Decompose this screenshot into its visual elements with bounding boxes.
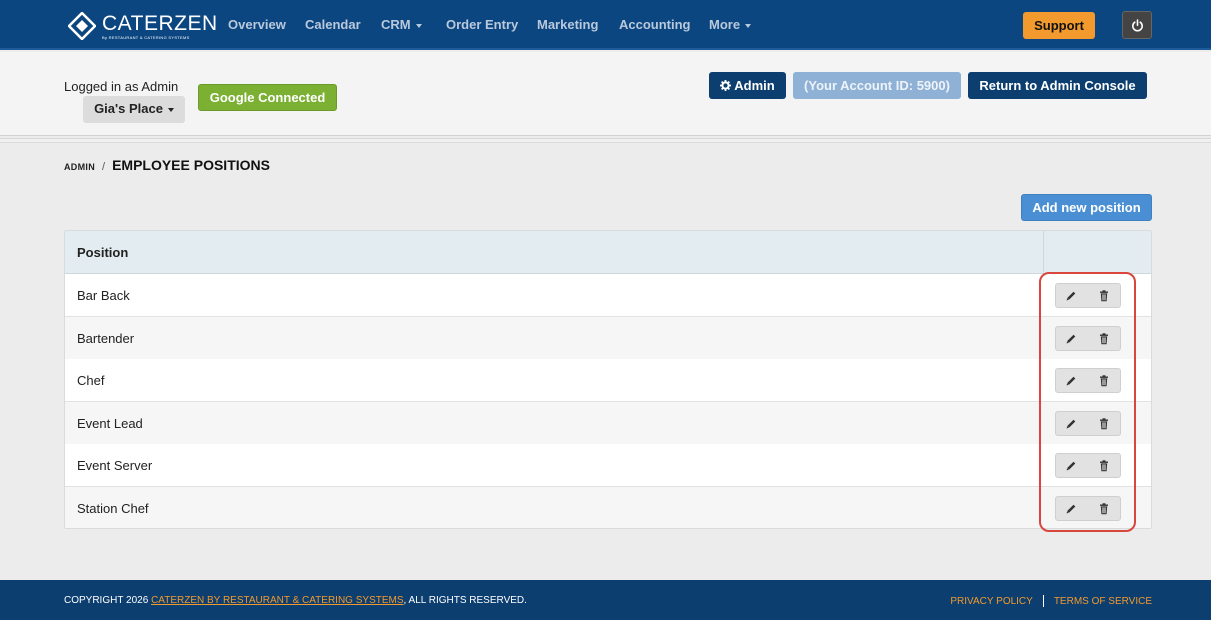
breadcrumb-admin-link[interactable]: ADMIN [64,162,95,172]
column-divider [1043,231,1044,274]
nav-crm[interactable]: CRM [381,17,422,32]
add-new-position-button[interactable]: Add new position [1021,194,1152,221]
nav-accounting[interactable]: Accounting [619,17,691,32]
support-button[interactable]: Support [1023,12,1095,39]
position-name: Bartender [77,330,135,346]
power-icon [1132,19,1143,32]
table-row: Event Server [65,444,1151,488]
caterzen-logo[interactable]: CATERZEN By RESTAURANT & CATERING SYSTEM… [68,10,218,42]
header-divider [0,138,1211,143]
nav-marketing[interactable]: Marketing [537,17,598,32]
table-row: Bartender [65,316,1151,360]
logo-text: CATERZEN [102,11,218,35]
copyright-text: COPYRIGHT 2026 CATERZEN BY RESTAURANT & … [64,595,527,606]
admin-button-label: Admin [734,78,775,93]
terms-of-service-link[interactable]: TERMS OF SERVICE [1054,596,1152,607]
position-name: Event Lead [77,415,143,431]
return-to-admin-button[interactable]: Return to Admin Console [968,72,1147,99]
nav-more[interactable]: More [709,17,752,32]
footer-divider [1042,595,1044,607]
table-row: Station Chef [65,487,1151,528]
actions-highlight [1039,272,1136,532]
table-row: Chef [65,359,1151,403]
copyright-prefix: COPYRIGHT 2026 [64,595,149,606]
breadcrumb-separator: / [102,161,106,173]
position-name: Event Server [77,458,153,474]
table-header: Position [65,231,1151,274]
chevron-down-icon [415,23,422,28]
footer-links: PRIVACY POLICY TERMS OF SERVICE [950,595,1152,607]
table-row: Bar Back [65,274,1151,317]
footer: COPYRIGHT 2026 CATERZEN BY RESTAURANT & … [0,580,1211,620]
copyright-suffix: , ALL RIGHTS RESERVED. [403,595,527,606]
breadcrumb: ADMIN / EMPLOYEE POSITIONS [64,157,270,173]
account-name: Gia's Place [94,101,163,116]
column-header-position: Position [77,245,129,260]
top-nav: CATERZEN By RESTAURANT & CATERING SYSTEM… [0,0,1211,50]
nav-overview[interactable]: Overview [228,17,286,32]
logo-mark-icon [68,12,96,40]
power-button[interactable] [1122,11,1152,39]
admin-button[interactable]: Admin [709,72,786,99]
nav-more-label: More [709,17,741,32]
chevron-down-icon [167,107,174,112]
logged-in-text: Logged in as Admin [64,79,179,94]
nav-order-entry[interactable]: Order Entry [446,17,518,32]
table-row: Event Lead [65,401,1151,445]
gear-icon [720,80,732,91]
page-title: EMPLOYEE POSITIONS [112,157,270,173]
position-name: Station Chef [77,501,149,516]
privacy-policy-link[interactable]: PRIVACY POLICY [950,596,1032,607]
account-dropdown[interactable]: Gia's Place [83,96,185,123]
logo-subtext: By RESTAURANT & CATERING SYSTEMS [102,34,190,40]
nav-calendar[interactable]: Calendar [305,17,361,32]
chevron-down-icon [745,23,752,28]
account-id-badge: (Your Account ID: 5900) [793,72,961,99]
position-name: Chef [77,373,105,389]
position-name: Bar Back [77,288,130,303]
copyright-link[interactable]: CATERZEN BY RESTAURANT & CATERING SYSTEM… [151,595,403,606]
google-connected-button[interactable]: Google Connected [198,84,337,111]
nav-crm-label: CRM [381,17,411,32]
positions-table: Position Bar Back Bartender Chef Event Lead… [64,230,1152,529]
